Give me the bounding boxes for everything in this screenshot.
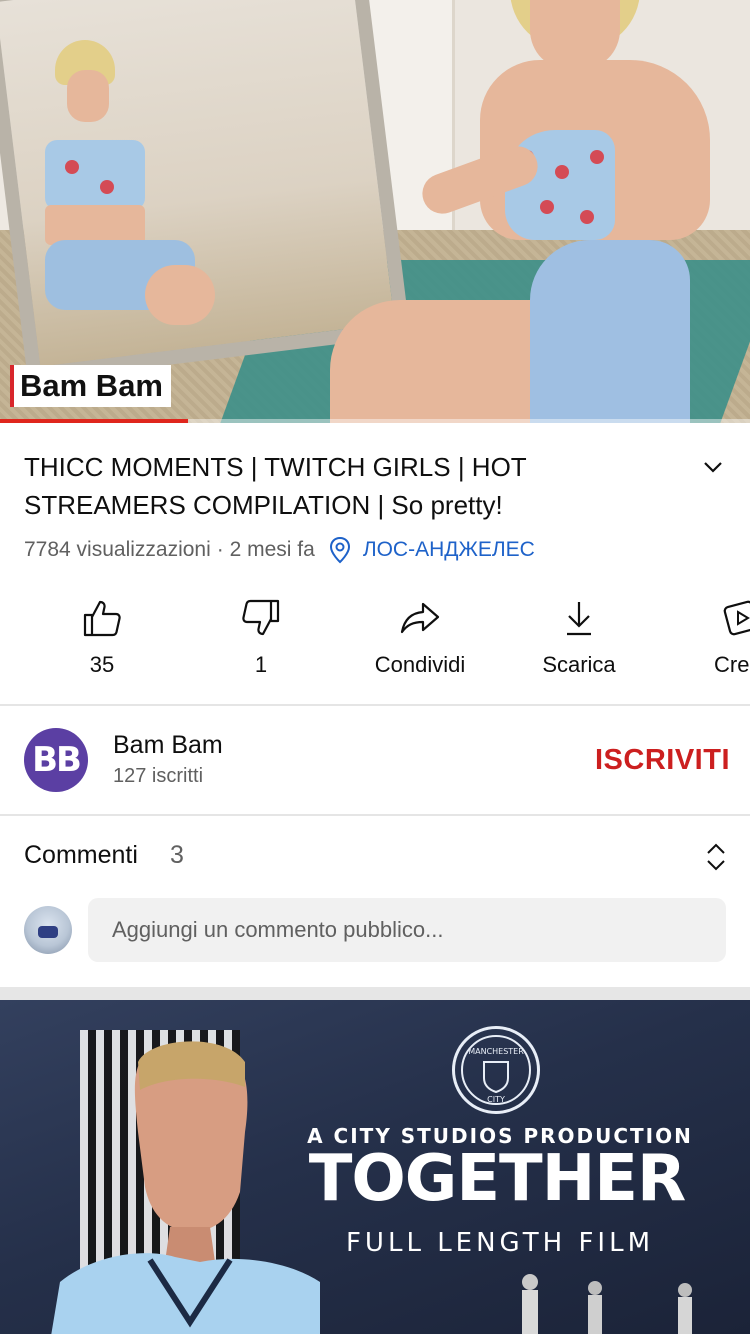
share-label: Condividi <box>374 652 466 677</box>
chevron-down-icon <box>704 462 722 473</box>
progress-bar-fill <box>0 419 188 423</box>
thumb-up-icon <box>83 600 121 637</box>
thumbnail-title: TOGETHER <box>308 1142 687 1216</box>
main-figure <box>330 0 720 423</box>
divider <box>0 814 750 816</box>
upload-age: · 2 mesi fa <box>216 538 315 561</box>
channel-name[interactable]: Bam Bam <box>113 731 223 760</box>
thumbnail-background-players <box>522 1274 692 1334</box>
expand-description-button[interactable] <box>696 452 730 482</box>
dislike-count: 1 <box>254 652 268 677</box>
subscribe-button[interactable]: ISCRIVITI <box>570 740 730 780</box>
download-button[interactable]: Scarica <box>504 590 654 700</box>
like-button[interactable]: 35 <box>27 590 177 700</box>
badge-bottom-text: CITY <box>487 1095 505 1104</box>
action-row: 35 1 Condividi Scarica Crea <box>0 590 750 700</box>
location-pin-icon <box>329 536 351 564</box>
comments-count: 3 <box>170 841 184 869</box>
thumbnail-tagline: FULL LENGTH FILM <box>345 1228 655 1258</box>
progress-bar[interactable] <box>0 419 750 423</box>
like-count: 35 <box>89 652 115 677</box>
expand-collapse-icon[interactable] <box>702 840 730 874</box>
create-label: Crea <box>714 652 750 677</box>
create-button[interactable]: Crea <box>663 590 750 700</box>
badge-top-text: MANCHESTER <box>468 1047 524 1056</box>
mirror-reflection-figure <box>45 40 215 340</box>
video-title[interactable]: THICC MOMENTS | TWITCH GIRLS | HOT STREA… <box>24 448 664 524</box>
location-link[interactable]: ЛОС-АНДЖЕЛЕС <box>363 538 535 562</box>
user-avatar <box>24 906 72 954</box>
download-label: Scarica <box>542 652 616 677</box>
channel-watermark: Bam Bam <box>10 365 171 407</box>
comment-input[interactable] <box>88 898 726 962</box>
video-player[interactable]: Bam Bam <box>0 0 750 423</box>
dislike-button[interactable]: 1 <box>186 590 336 700</box>
share-button[interactable]: Condividi <box>345 590 495 700</box>
comments-title: Commenti <box>24 841 138 869</box>
download-icon <box>567 602 591 636</box>
share-icon <box>400 602 440 634</box>
divider <box>0 704 750 706</box>
section-separator <box>0 987 750 1000</box>
channel-avatar[interactable]: BB <box>24 728 88 792</box>
subscriber-count: 127 iscritti <box>113 765 204 787</box>
thumb-down-icon <box>242 599 280 636</box>
video-meta: 7784 visualizzazioni · 2 mesi fa ЛОС-АНД… <box>24 536 535 564</box>
view-count: 7784 visualizzazioni <box>24 538 211 561</box>
club-badge-icon: MANCHESTER CITY <box>452 1026 540 1114</box>
create-clip-icon <box>723 600 750 636</box>
